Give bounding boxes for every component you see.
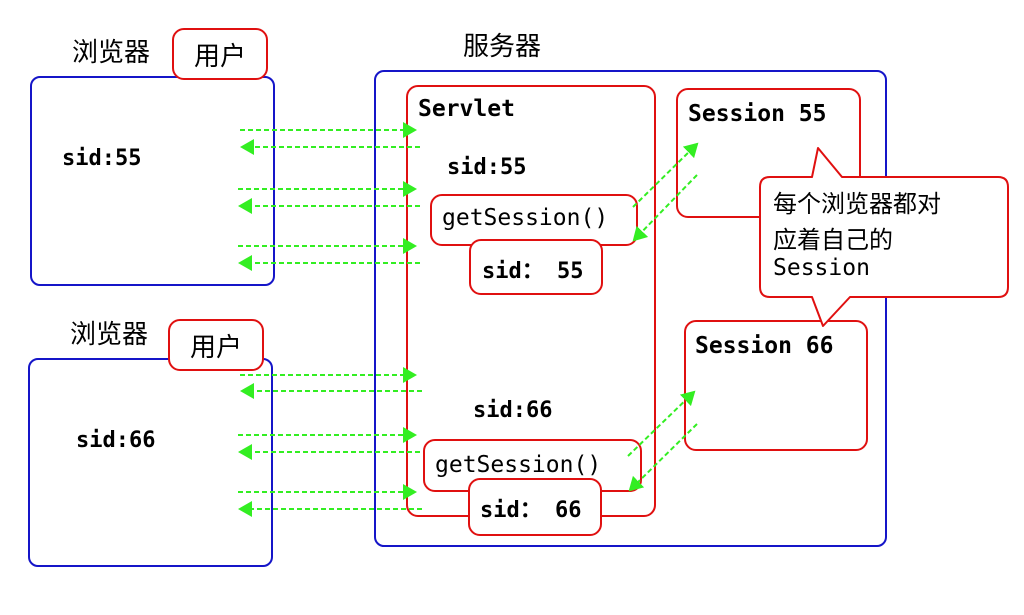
callout-line-1: 每个浏览器都对 xyxy=(773,190,941,218)
arrow-getsession-2-to-session-66 xyxy=(627,390,696,457)
callout-line-2: 应着自己的 xyxy=(773,226,893,254)
arrow-session-55-to-getsession-1 xyxy=(632,174,698,242)
arrow-session-66-to-getsession-2 xyxy=(628,423,698,492)
callout-line-3: Session xyxy=(773,255,870,281)
arrow-getsession-1-to-session-55 xyxy=(632,142,699,208)
diagram-overlay xyxy=(238,122,1009,517)
